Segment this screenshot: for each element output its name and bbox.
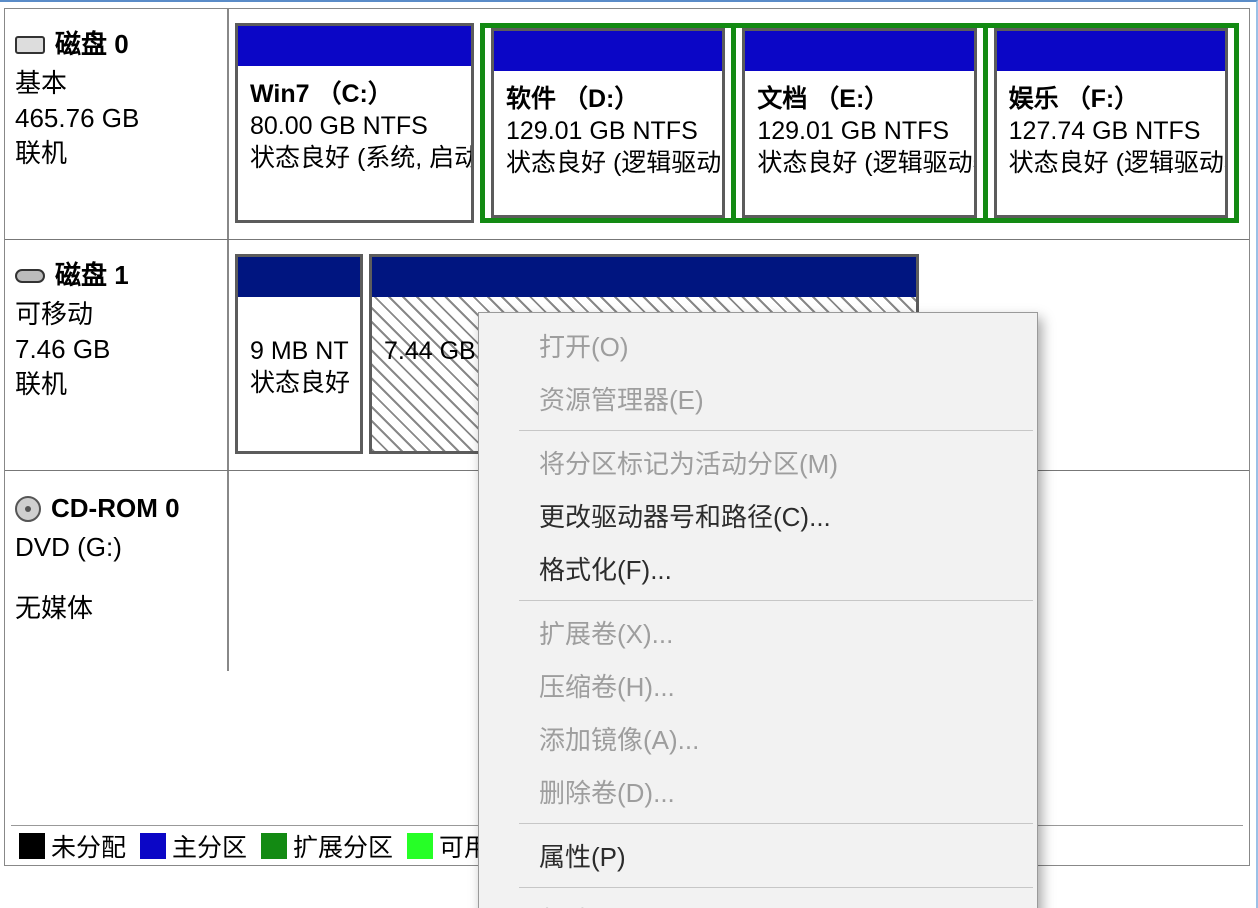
partition-area-0: Win7 （C:） 80.00 GB NTFS 状态良好 (系统, 启动 xyxy=(229,9,1249,239)
menu-separator xyxy=(519,887,1033,888)
menu-delete[interactable]: 删除卷(D)... xyxy=(479,765,1037,818)
legend-label: 未分配 xyxy=(51,828,126,864)
partition-header xyxy=(238,26,471,66)
swatch-icon xyxy=(19,833,45,859)
disk-row-0: 磁盘 0 基本 465.76 GB 联机 Win7 （C:） 80.00 GB … xyxy=(5,9,1249,240)
disk-info-0[interactable]: 磁盘 0 基本 465.76 GB 联机 xyxy=(5,9,229,239)
legend-label: 主分区 xyxy=(172,828,247,864)
swatch-icon xyxy=(407,833,433,859)
partition-header xyxy=(372,257,916,297)
legend-primary: 主分区 xyxy=(140,828,247,864)
partition-detail: 9 MB NT xyxy=(250,335,348,367)
menu-help[interactable]: 帮助(H) xyxy=(479,893,1037,908)
partition-header xyxy=(494,31,722,71)
partition-state: 状态良好 (逻辑驱动器 xyxy=(1009,147,1213,179)
partition-state: 状态良好 (逻辑驱动 xyxy=(506,147,710,179)
partition-d[interactable]: 软件 （D:） 129.01 GB NTFS 状态良好 (逻辑驱动 xyxy=(491,28,725,218)
partition-header xyxy=(745,31,973,71)
partition-state: 状态良好 (系统, 启动 xyxy=(250,142,459,174)
partition-detail: 129.01 GB NTFS xyxy=(757,115,961,147)
disk-name: 磁盘 0 xyxy=(55,27,129,62)
menu-separator xyxy=(519,823,1033,824)
swatch-icon xyxy=(140,833,166,859)
disk-type: 可移动 xyxy=(15,297,217,332)
extended-partition: 软件 （D:） 129.01 GB NTFS 状态良好 (逻辑驱动 xyxy=(480,23,1239,223)
disk-info-1[interactable]: 磁盘 1 可移动 7.46 GB 联机 xyxy=(5,240,229,470)
disk-status: 联机 xyxy=(15,136,217,171)
swatch-icon xyxy=(261,833,287,859)
partition-header xyxy=(238,257,360,297)
menu-format[interactable]: 格式化(F)... xyxy=(479,542,1037,595)
partition-label: 娱乐 （F:） xyxy=(1009,83,1213,115)
partition-header xyxy=(997,31,1225,71)
legend-unallocated: 未分配 xyxy=(19,828,126,864)
disk-size: 7.46 GB xyxy=(15,332,217,367)
disk-status: 联机 xyxy=(15,367,217,402)
menu-properties[interactable]: 属性(P) xyxy=(479,829,1037,882)
disk-type: 基本 xyxy=(15,66,217,101)
disk-icon xyxy=(15,36,45,54)
legend-extended: 扩展分区 xyxy=(261,828,393,864)
partition-state: 状态良好 xyxy=(250,367,348,399)
partition-c[interactable]: Win7 （C:） 80.00 GB NTFS 状态良好 (系统, 启动 xyxy=(235,23,474,223)
menu-change-letter[interactable]: 更改驱动器号和路径(C)... xyxy=(479,489,1037,542)
cdrom-info[interactable]: CD-ROM 0 DVD (G:) 无媒体 xyxy=(5,471,229,671)
partition-detail: 129.01 GB NTFS xyxy=(506,115,710,147)
menu-separator xyxy=(519,430,1033,431)
partition-f[interactable]: 娱乐 （F:） 127.74 GB NTFS 状态良好 (逻辑驱动器 xyxy=(994,28,1228,218)
cdrom-status: 无媒体 xyxy=(15,591,217,626)
menu-separator xyxy=(519,600,1033,601)
cdrom-name: CD-ROM 0 xyxy=(51,491,180,526)
menu-shrink[interactable]: 压缩卷(H)... xyxy=(479,659,1037,712)
partition-detail: 127.74 GB NTFS xyxy=(1009,115,1213,147)
partition-small[interactable]: 9 MB NT 状态良好 xyxy=(235,254,363,454)
removable-disk-icon xyxy=(15,269,45,283)
partition-context-menu: 打开(O) 资源管理器(E) 将分区标记为活动分区(M) 更改驱动器号和路径(C… xyxy=(478,312,1038,908)
disk-size: 465.76 GB xyxy=(15,101,217,136)
partition-label: Win7 （C:） xyxy=(250,78,459,110)
disk-management-window: 磁盘 0 基本 465.76 GB 联机 Win7 （C:） 80.00 GB … xyxy=(0,0,1258,908)
partition-state: 状态良好 (逻辑驱动器 xyxy=(757,147,961,179)
menu-mark-active[interactable]: 将分区标记为活动分区(M) xyxy=(479,436,1037,489)
cdrom-icon xyxy=(15,496,41,522)
menu-open[interactable]: 打开(O) xyxy=(479,319,1037,372)
partition-label: 软件 （D:） xyxy=(506,83,710,115)
menu-mirror[interactable]: 添加镜像(A)... xyxy=(479,712,1037,765)
menu-extend[interactable]: 扩展卷(X)... xyxy=(479,606,1037,659)
legend-label: 扩展分区 xyxy=(293,828,393,864)
partition-e[interactable]: 文档 （E:） 129.01 GB NTFS 状态良好 (逻辑驱动器 xyxy=(742,28,976,218)
partition-label: 文档 （E:） xyxy=(757,83,961,115)
menu-explorer[interactable]: 资源管理器(E) xyxy=(479,372,1037,425)
cdrom-drive: DVD (G:) xyxy=(15,530,217,565)
partition-detail: 80.00 GB NTFS xyxy=(250,110,459,142)
disk-name: 磁盘 1 xyxy=(55,258,129,293)
